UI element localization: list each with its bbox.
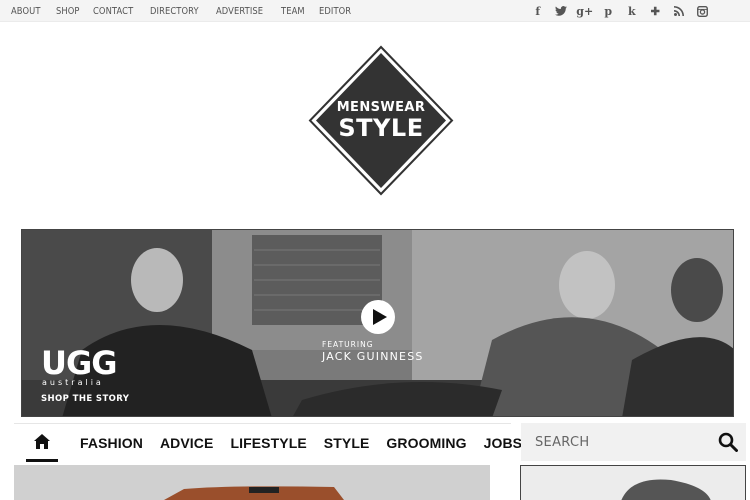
play-icon: [372, 309, 387, 325]
logo-text-style: STYLE: [338, 114, 424, 142]
nav-lifestyle[interactable]: LIFESTYLE: [230, 435, 306, 451]
top-nav-editor[interactable]: EDITOR: [319, 6, 351, 17]
shop-the-story-link[interactable]: SHOP THE STORY: [41, 394, 129, 404]
nav-fashion[interactable]: FASHION: [80, 435, 143, 451]
main-nav: FASHION ADVICE LIFESTYLE STYLE GROOMING …: [14, 423, 522, 462]
sidebar-article-image[interactable]: [520, 465, 746, 500]
top-nav-directory[interactable]: DIRECTORY: [150, 6, 199, 17]
top-nav: ABOUT SHOP CONTACT DIRECTORY ADVERTISE T…: [11, 0, 367, 22]
top-nav-team[interactable]: TEAM: [281, 6, 305, 17]
twitter-icon[interactable]: [550, 0, 574, 22]
ugg-logo-sub: australia: [42, 378, 104, 387]
search-icon[interactable]: [718, 432, 738, 452]
search-input[interactable]: [521, 423, 711, 461]
nav-grooming[interactable]: GROOMING: [386, 435, 466, 451]
social-links: f g+ p k ✚: [526, 0, 714, 22]
home-button[interactable]: [26, 424, 58, 462]
klout-icon[interactable]: k: [620, 0, 644, 22]
featured-article-image[interactable]: [14, 465, 490, 500]
sidebar-photo: [521, 466, 745, 500]
instagram-icon[interactable]: [691, 0, 715, 22]
top-nav-shop[interactable]: SHOP: [56, 6, 80, 17]
ugg-advert-banner[interactable]: UGG australia SHOP THE STORY FEATURING J…: [21, 229, 734, 417]
logo-text-menswear: MENSWEAR: [336, 100, 426, 115]
home-icon: [34, 434, 50, 449]
featuring-label: FEATURING: [322, 340, 374, 349]
nav-jobs[interactable]: JOBS: [484, 435, 523, 451]
nav-style[interactable]: STYLE: [324, 435, 370, 451]
top-nav-about[interactable]: ABOUT: [11, 6, 41, 17]
article-photo: [14, 465, 490, 500]
rss-icon[interactable]: [667, 0, 691, 22]
pinterest-icon[interactable]: p: [597, 0, 621, 22]
play-video-button[interactable]: [361, 300, 395, 334]
nav-advice[interactable]: ADVICE: [160, 435, 214, 451]
featuring-name: JACK GUINNESS: [322, 350, 424, 363]
top-bar: ABOUT SHOP CONTACT DIRECTORY ADVERTISE T…: [0, 0, 750, 22]
top-nav-contact[interactable]: CONTACT: [93, 6, 133, 17]
ugg-logo: UGG: [41, 344, 118, 382]
bloglovin-icon[interactable]: ✚: [644, 0, 668, 22]
site-logo[interactable]: MENSWEAR STYLE: [308, 45, 454, 196]
facebook-icon[interactable]: f: [526, 0, 550, 22]
search-box: [521, 423, 746, 461]
google-plus-icon[interactable]: g+: [573, 0, 597, 22]
top-nav-advertise[interactable]: ADVERTISE: [216, 6, 263, 17]
